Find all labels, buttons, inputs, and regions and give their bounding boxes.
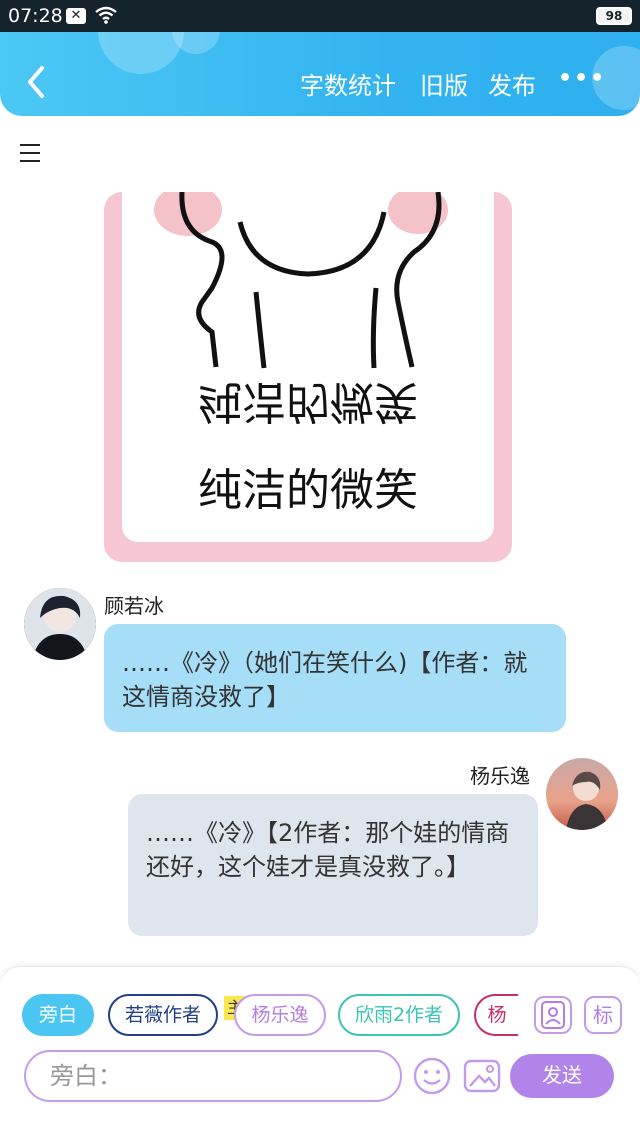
avatar-image bbox=[546, 758, 618, 830]
notification-icon: ✕ bbox=[66, 8, 86, 24]
role-chip[interactable]: 杨 bbox=[474, 994, 518, 1036]
person-icon bbox=[541, 1001, 565, 1029]
send-button[interactable]: 发送 bbox=[510, 1054, 614, 1098]
avatar-image bbox=[24, 588, 96, 660]
role-chip[interactable]: 旁白 bbox=[22, 994, 94, 1036]
sticker-image: 纯洁的微笑 纯洁的微笑 bbox=[122, 192, 494, 542]
battery-indicator: 98 bbox=[596, 7, 632, 25]
publish-link[interactable]: 发布 bbox=[488, 66, 536, 101]
role-chip[interactable]: 若薇作者 bbox=[108, 994, 218, 1036]
message-input[interactable]: 旁白： bbox=[24, 1050, 402, 1102]
wifi-icon bbox=[95, 6, 117, 24]
image-icon[interactable] bbox=[462, 1056, 502, 1096]
status-bar: 07:28 ✕ 98 bbox=[0, 0, 640, 32]
sticker-caption-mirrored: 纯洁的微笑 bbox=[198, 376, 418, 427]
emoji-icon[interactable] bbox=[412, 1056, 452, 1096]
message-bubble[interactable]: ……《冷》（她们在笑什么)【作者：就这情商没救了】 bbox=[104, 624, 566, 732]
mark-button[interactable]: 标 bbox=[584, 996, 622, 1034]
message-author: 杨乐逸 bbox=[470, 764, 530, 788]
word-count-link[interactable]: 字数统计 bbox=[300, 66, 396, 101]
menu-lines-icon bbox=[20, 144, 40, 162]
menu-icon[interactable] bbox=[18, 140, 44, 166]
message-author: 顾若冰 bbox=[104, 594, 164, 618]
role-chip[interactable]: 杨乐逸 bbox=[234, 994, 326, 1036]
sticker-caption: 纯洁的微笑 bbox=[198, 465, 418, 516]
role-manage-button[interactable] bbox=[534, 996, 572, 1034]
avatar[interactable] bbox=[24, 588, 96, 660]
status-time: 07:28 bbox=[8, 5, 63, 27]
avatar[interactable] bbox=[546, 758, 618, 830]
role-chip[interactable]: 欣雨2作者 bbox=[338, 994, 460, 1036]
back-button[interactable] bbox=[18, 60, 52, 104]
old-version-link[interactable]: 旧版 bbox=[420, 66, 468, 101]
top-bar: 07:28 ✕ 98 字数统计 旧版 发布 ••• bbox=[0, 0, 640, 116]
sticker-image-card[interactable]: 纯洁的微笑 纯洁的微笑 bbox=[104, 192, 512, 562]
message-bubble[interactable]: ……《冷》【2作者：那个娃的情商还好，这个娃才是真没救了。】 bbox=[128, 794, 538, 936]
more-options-button[interactable]: ••• bbox=[558, 66, 604, 96]
